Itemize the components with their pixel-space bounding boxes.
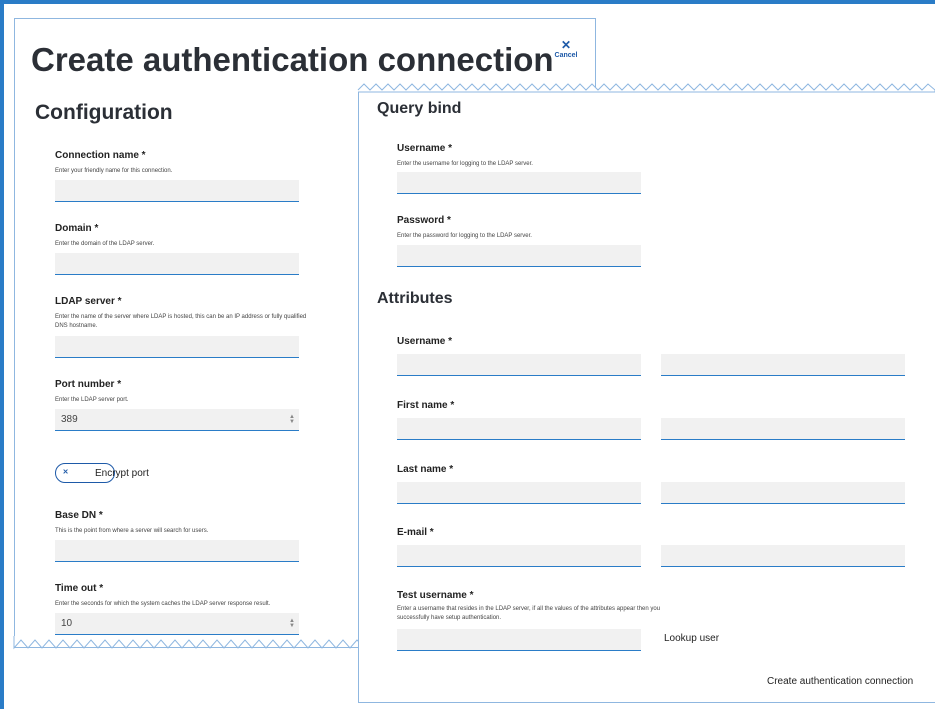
create-connection-button[interactable]: Create authentication connection — [767, 676, 913, 687]
connection-name-label: Connection name * — [55, 150, 146, 161]
port-number-stepper[interactable]: 389 ▲ ▼ — [55, 409, 299, 431]
close-icon: ✕ — [560, 38, 572, 52]
time-out-stepper[interactable]: 10 ▲ ▼ — [55, 613, 299, 635]
spinner-arrows-icon[interactable]: ▲ ▼ — [289, 414, 295, 425]
connection-name-input[interactable] — [55, 180, 299, 202]
encrypt-port-label: Encrypt port — [95, 468, 149, 479]
attr-first-name-mapping-input[interactable] — [661, 418, 905, 440]
query-username-label: Username * — [397, 143, 453, 154]
port-number-label: Port number * — [55, 379, 122, 390]
connection-name-help: Enter your friendly name for this connec… — [55, 168, 173, 174]
time-out-value: 10 — [61, 618, 73, 629]
query-password-input[interactable] — [397, 245, 641, 267]
page-title: Create authentication connection — [31, 41, 554, 78]
base-dn-help: This is the point from where a server wi… — [55, 528, 209, 534]
attr-email-mapping-input[interactable] — [661, 545, 905, 567]
port-number-help: Enter the LDAP server port. — [55, 397, 129, 403]
attr-username-mapping-input[interactable] — [661, 354, 905, 376]
attr-first-name-input[interactable] — [397, 418, 641, 440]
base-dn-label: Base DN * — [55, 510, 103, 521]
cancel-button[interactable]: ✕ Cancel — [550, 39, 582, 59]
frame-top-border — [0, 0, 935, 4]
configuration-heading: Configuration — [35, 101, 173, 124]
query-bind-heading: Query bind — [377, 100, 462, 117]
attr-email-label: E-mail * — [397, 527, 434, 538]
domain-help: Enter the domain of the LDAP server. — [55, 241, 155, 247]
cancel-label: Cancel — [554, 52, 578, 59]
query-password-label: Password * — [397, 215, 451, 226]
test-username-help: Enter a username that resides in the LDA… — [397, 606, 661, 621]
spinner-arrows-icon[interactable]: ▲ ▼ — [289, 618, 295, 629]
attr-email-input[interactable] — [397, 545, 641, 567]
ldap-server-input[interactable] — [55, 336, 299, 358]
query-bind-panel: Query bind Username * Enter the username… — [358, 90, 935, 703]
test-username-input[interactable] — [397, 629, 641, 651]
time-out-label: Time out * — [55, 583, 104, 594]
attributes-heading: Attributes — [377, 290, 453, 307]
attr-first-name-label: First name * — [397, 400, 455, 411]
lookup-user-button[interactable]: Lookup user — [664, 633, 719, 644]
ldap-server-help: Enter the name of the server where LDAP … — [55, 314, 307, 329]
query-username-input[interactable] — [397, 172, 641, 194]
base-dn-input[interactable] — [55, 540, 299, 562]
domain-label: Domain * — [55, 223, 99, 234]
time-out-help: Enter the seconds for which the system c… — [55, 601, 271, 607]
ldap-server-label: LDAP server * — [55, 296, 122, 307]
query-username-help: Enter the username for logging to the LD… — [397, 161, 533, 167]
attr-last-name-input[interactable] — [397, 482, 641, 504]
torn-edge-divider — [13, 636, 360, 650]
query-password-help: Enter the password for logging to the LD… — [397, 233, 532, 239]
torn-edge-divider — [357, 83, 935, 93]
toggle-off-icon: ✕ — [62, 469, 69, 476]
port-number-value: 389 — [61, 414, 78, 425]
frame-left-border — [0, 0, 4, 709]
attr-last-name-mapping-input[interactable] — [661, 482, 905, 504]
attr-last-name-label: Last name * — [397, 464, 454, 475]
domain-input[interactable] — [55, 253, 299, 275]
attr-username-input[interactable] — [397, 354, 641, 376]
test-username-label: Test username * — [397, 590, 474, 601]
attr-username-label: Username * — [397, 336, 453, 347]
